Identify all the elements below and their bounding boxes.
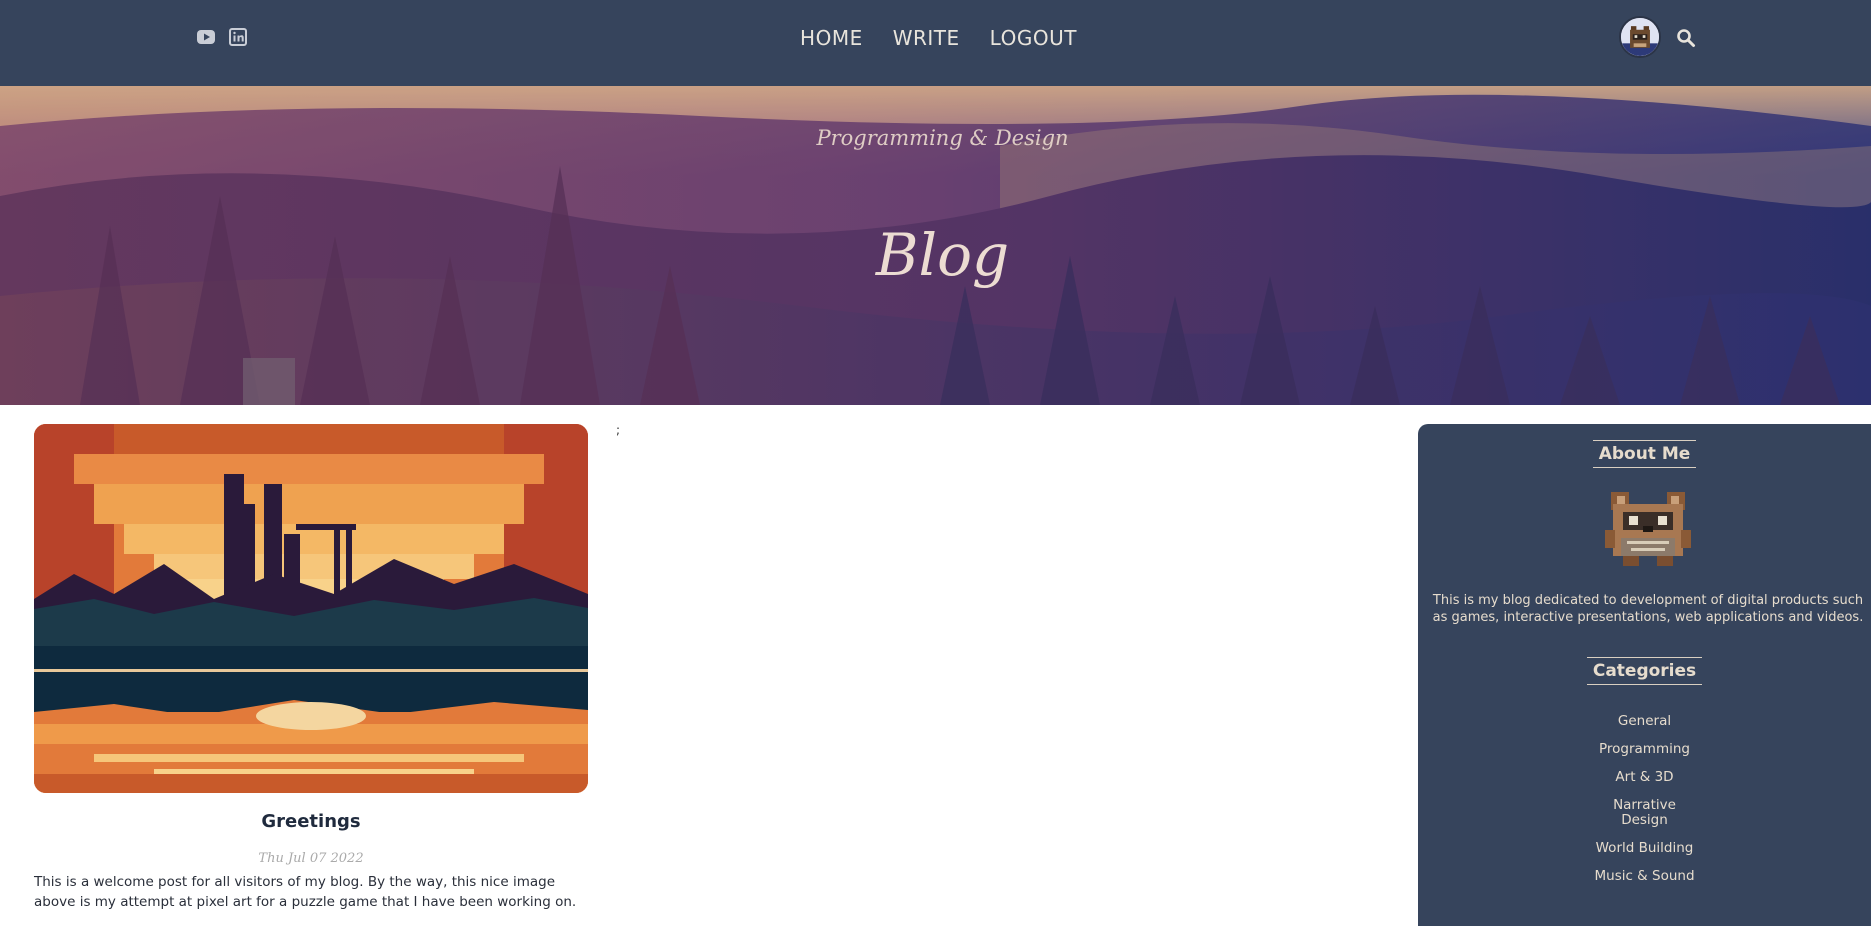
about-heading: About Me bbox=[1592, 440, 1697, 468]
about-heading-wrap: About Me bbox=[1418, 440, 1871, 468]
category-music-sound[interactable]: Music & Sound bbox=[1590, 869, 1700, 884]
search-icon[interactable] bbox=[1676, 28, 1696, 48]
post-title[interactable]: Greetings bbox=[34, 811, 588, 832]
categories-heading-wrap: Categories bbox=[1418, 657, 1871, 685]
category-general[interactable]: General bbox=[1590, 714, 1700, 729]
avatar[interactable] bbox=[1619, 16, 1661, 58]
hero-title: Blog bbox=[875, 221, 1010, 289]
nav-logout-link[interactable]: LOGOUT bbox=[990, 26, 1077, 50]
top-nav-bar: HOME WRITE LOGOUT bbox=[0, 0, 1871, 86]
category-list: General Programming Art & 3D Narrative D… bbox=[1418, 714, 1871, 897]
about-me-image bbox=[1605, 492, 1691, 566]
categories-heading: Categories bbox=[1586, 657, 1703, 685]
main-nav: HOME WRITE LOGOUT bbox=[0, 0, 1871, 76]
category-programming[interactable]: Programming bbox=[1590, 742, 1700, 757]
hero-subtitle: Programming & Design bbox=[816, 126, 1069, 150]
post-cover-image[interactable] bbox=[34, 424, 588, 793]
category-art-3d[interactable]: Art & 3D bbox=[1590, 770, 1700, 785]
sidebar: About Me This is my blog dedicated to de… bbox=[1418, 424, 1871, 926]
nav-home-link[interactable]: HOME bbox=[800, 26, 863, 50]
hero-banner: Programming & Design Blog bbox=[0, 86, 1871, 405]
nav-write-link[interactable]: WRITE bbox=[893, 26, 960, 50]
stray-text: ; bbox=[616, 423, 621, 437]
post-excerpt: This is a welcome post for all visitors … bbox=[34, 874, 577, 910]
post-date: Thu Jul 07 2022 bbox=[258, 851, 364, 866]
category-narrative-design[interactable]: Narrative Design bbox=[1590, 798, 1700, 828]
category-world-building[interactable]: World Building bbox=[1590, 841, 1700, 856]
about-text: This is my blog dedicated to development… bbox=[1432, 593, 1864, 625]
